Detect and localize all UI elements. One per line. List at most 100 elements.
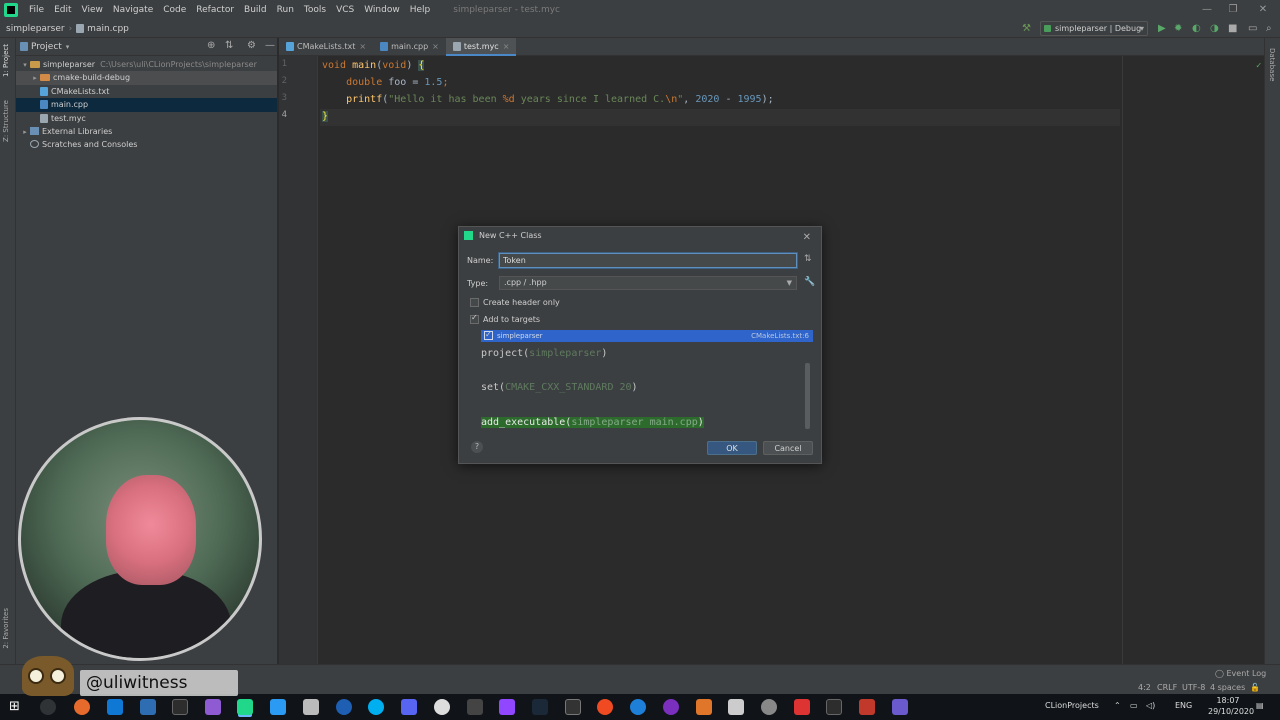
favorites-tool-tab[interactable]: 2: Favorites (2, 608, 10, 649)
collapsed-arrow-icon[interactable]: ▸ (30, 72, 40, 85)
tab-test-myc[interactable]: test.myc × (445, 38, 517, 56)
menu-build[interactable]: Build (239, 0, 272, 20)
app-icon[interactable] (434, 699, 450, 715)
coverage-icon[interactable]: ◐ (1192, 23, 1201, 35)
run-icon[interactable]: ▶ (1158, 23, 1166, 35)
app-icon[interactable] (270, 699, 286, 715)
tray-arrow-icon[interactable]: ⌃ (1114, 701, 1121, 710)
notification-icon[interactable]: ▤ (1256, 701, 1264, 710)
firefox-icon[interactable] (74, 699, 90, 715)
app-icon[interactable] (630, 699, 646, 715)
hide-panel-icon[interactable]: — (265, 40, 275, 51)
collapsed-arrow-icon[interactable]: ▸ (20, 126, 30, 139)
add-to-targets-checkbox[interactable] (470, 313, 479, 324)
tree-item-cmakelists[interactable]: CMakeLists.txt (16, 85, 277, 98)
terminal-icon[interactable] (172, 699, 188, 715)
menu-navigate[interactable]: Navigate (108, 0, 158, 20)
close-icon[interactable]: ✕ (803, 229, 811, 247)
search-everywhere-icon[interactable]: ⌕ (1266, 23, 1272, 35)
app-icon[interactable] (467, 699, 483, 715)
run-configuration-select[interactable]: simpleparser | Debug ▾ (1040, 21, 1148, 36)
inspection-ok-icon[interactable]: ✓ (1256, 61, 1261, 71)
network-icon[interactable]: ▭ (1130, 701, 1138, 710)
profile-icon[interactable]: ◑ (1210, 23, 1219, 35)
app-icon[interactable] (303, 699, 319, 715)
steam-icon[interactable] (532, 699, 548, 715)
clock-time[interactable]: 18:07 (1208, 696, 1248, 705)
tree-item-project-root[interactable]: ▾ simpleparser C:\Users\uli\CLionProjects\… (16, 58, 277, 71)
discord-icon[interactable] (401, 699, 417, 715)
target-list-item[interactable]: simpleparser CMakeLists.txt:6 (481, 329, 813, 342)
stop-icon[interactable]: ■ (1228, 23, 1237, 35)
close-tab-icon[interactable]: × (359, 42, 366, 51)
tab-main-cpp[interactable]: main.cpp × (373, 38, 446, 56)
tree-item-external-libraries[interactable]: ▸ External Libraries (16, 125, 277, 138)
app-icon[interactable] (728, 699, 744, 715)
app-icon[interactable] (761, 699, 777, 715)
event-log-button[interactable]: ◯ Event Log (1215, 669, 1266, 678)
chevron-down-icon[interactable]: ▾ (66, 43, 70, 51)
minimize-icon[interactable]: — (1196, 0, 1218, 20)
caret-position[interactable]: 4:2 (1138, 683, 1151, 692)
app-icon[interactable] (859, 699, 875, 715)
skype-icon[interactable] (368, 699, 384, 715)
project-panel-title[interactable]: Project (31, 42, 62, 52)
volume-icon[interactable]: ◁) (1146, 701, 1155, 710)
menu-code[interactable]: Code (158, 0, 191, 20)
target-checkbox[interactable] (484, 329, 493, 341)
clion-taskbar-icon[interactable] (237, 699, 253, 715)
menu-run[interactable]: Run (272, 0, 299, 20)
search-icon[interactable] (40, 699, 56, 715)
collapse-all-icon[interactable]: ⇅ (225, 40, 233, 51)
menu-vcs[interactable]: VCS (331, 0, 359, 20)
menu-edit[interactable]: Edit (49, 0, 76, 20)
class-name-input[interactable] (499, 253, 797, 268)
expanded-arrow-icon[interactable]: ▾ (20, 59, 30, 72)
twitch-icon[interactable] (499, 699, 515, 715)
project-tool-tab[interactable]: 1: Project (2, 44, 10, 77)
app-icon[interactable] (696, 699, 712, 715)
debug-icon[interactable]: ✹ (1174, 23, 1182, 35)
tree-item-cmake-build-debug[interactable]: ▸ cmake-build-debug (16, 71, 277, 85)
tab-cmakelists[interactable]: CMakeLists.txt × (279, 38, 373, 56)
clock-date[interactable]: 29/10/2020 (1208, 707, 1254, 716)
menu-window[interactable]: Window (359, 0, 405, 20)
indent-setting[interactable]: 4 spaces (1210, 683, 1245, 692)
layout-icon[interactable]: ▭ (1248, 23, 1257, 35)
create-header-only-checkbox[interactable] (470, 298, 479, 307)
cancel-button[interactable]: Cancel (763, 441, 813, 455)
gear-icon[interactable]: ⚙ (247, 40, 256, 51)
breadcrumb-project[interactable]: simpleparser (0, 24, 65, 34)
app-icon[interactable] (663, 699, 679, 715)
tree-item-main-cpp[interactable]: main.cpp (16, 98, 277, 112)
build-hammer-icon[interactable]: ⚒ (1022, 23, 1031, 35)
app-icon[interactable] (826, 699, 842, 715)
people-icon[interactable] (140, 699, 156, 715)
ok-button[interactable]: OK (707, 441, 757, 455)
line-separator[interactable]: CRLF (1157, 683, 1177, 692)
type-select[interactable]: .cpp / .hpp ▼ (499, 276, 797, 290)
app-icon[interactable] (565, 699, 581, 715)
wrench-icon[interactable]: 🔧 (804, 277, 815, 287)
menu-help[interactable]: Help (405, 0, 436, 20)
tree-item-scratches[interactable]: Scratches and Consoles (16, 138, 277, 151)
app-icon[interactable] (794, 699, 810, 715)
lock-icon[interactable]: 🔓 (1250, 683, 1260, 692)
taskbar-folder-label[interactable]: CLionProjects (1045, 701, 1099, 710)
maximize-icon[interactable]: ❐ (1222, 0, 1244, 20)
preview-scrollbar[interactable] (805, 363, 810, 429)
visual-studio-icon[interactable] (205, 699, 221, 715)
code-editor[interactable]: void main(void) { double foo = 1.5; prin… (320, 57, 1261, 177)
app-icon[interactable] (892, 699, 908, 715)
breadcrumb-file[interactable]: main.cpp (87, 24, 129, 34)
close-window-icon[interactable]: ✕ (1252, 0, 1274, 20)
language-indicator[interactable]: ENG (1175, 701, 1192, 710)
database-tool-tab[interactable]: Database (1268, 48, 1276, 81)
menu-file[interactable]: File (24, 0, 49, 20)
menu-tools[interactable]: Tools (299, 0, 331, 20)
sort-icon[interactable]: ⇅ (804, 254, 812, 264)
close-tab-icon[interactable]: × (432, 42, 439, 51)
app-icon[interactable] (336, 699, 352, 715)
structure-tool-tab[interactable]: Z: Structure (2, 100, 10, 142)
menu-view[interactable]: View (77, 0, 108, 20)
